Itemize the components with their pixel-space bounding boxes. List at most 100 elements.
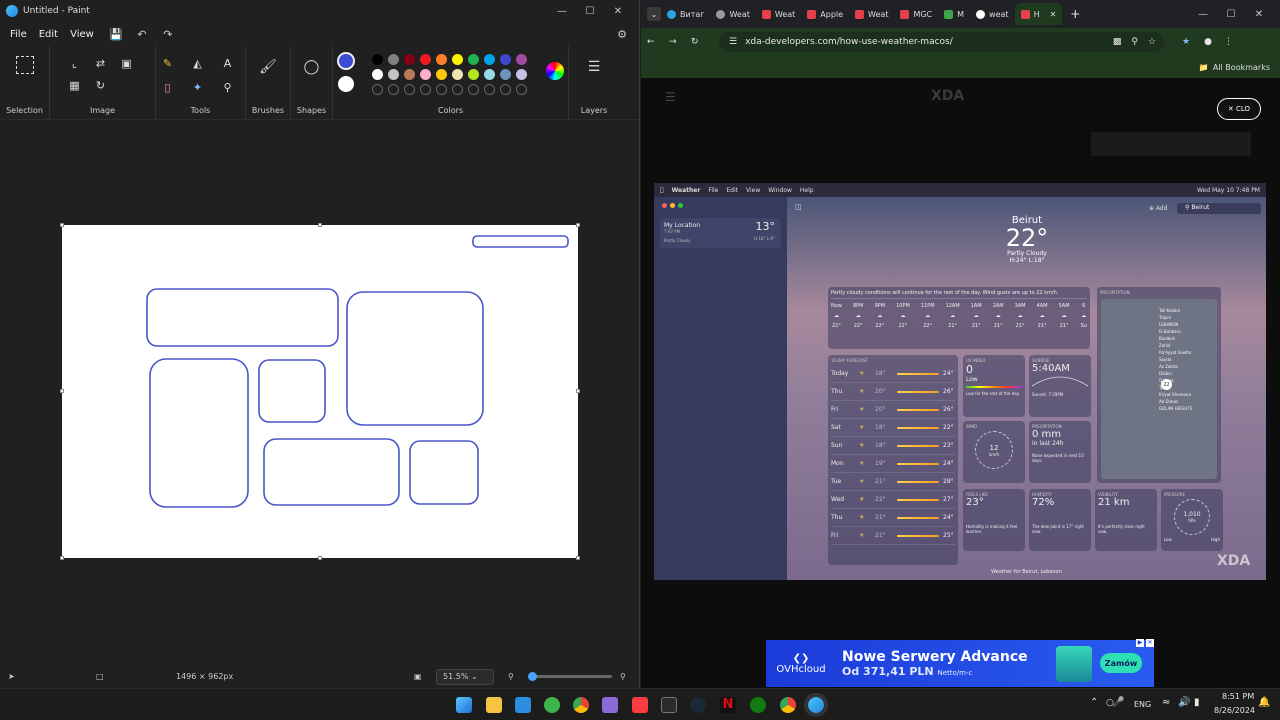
ad-close-icon[interactable]: ✕ <box>1146 639 1154 647</box>
color-swatch[interactable] <box>419 69 431 80</box>
custom-color-slot[interactable] <box>403 84 415 95</box>
resize-handle[interactable] <box>60 556 64 560</box>
maximize-icon[interactable]: ☐ <box>1217 3 1245 25</box>
image-ai-icon[interactable]: ▣ <box>118 54 136 72</box>
resize-handle[interactable] <box>576 389 580 393</box>
paint-taskbar-icon[interactable] <box>804 693 828 717</box>
menu-edit[interactable]: Edit <box>33 29 64 40</box>
wifi-icon[interactable]: ≈ <box>1162 697 1170 708</box>
save-icon[interactable]: 💾 <box>106 28 126 41</box>
custom-color-slot[interactable] <box>451 84 463 95</box>
zoom-icon[interactable]: ⚲ <box>1131 37 1138 47</box>
brush-icon[interactable]: 🖌 <box>259 58 277 76</box>
undo-icon[interactable]: ↶ <box>132 28 152 41</box>
extension-icon[interactable]: ★ <box>1182 37 1190 47</box>
color-swatch[interactable] <box>483 69 495 80</box>
layers-icon[interactable]: ☰ <box>585 58 603 76</box>
vscode-icon[interactable] <box>515 697 531 713</box>
tab-3[interactable]: Weat <box>756 3 801 25</box>
tray-chevron-icon[interactable]: ⌃ <box>1090 697 1098 708</box>
color-swatch[interactable] <box>435 54 447 65</box>
color-swatch[interactable] <box>419 54 431 65</box>
fill-bucket-icon[interactable]: ◭ <box>189 54 207 72</box>
minimize-icon[interactable]: — <box>548 0 576 22</box>
bookmark-star-icon[interactable]: ☆ <box>1148 37 1156 47</box>
color-swatch[interactable] <box>387 54 399 65</box>
text-tool-icon[interactable]: A <box>219 54 237 72</box>
edit-colors-icon[interactable] <box>546 62 564 80</box>
resize-handle[interactable] <box>318 223 322 227</box>
music-icon[interactable] <box>632 697 648 713</box>
active-color-swatch[interactable] <box>337 52 355 70</box>
epic-games-icon[interactable] <box>661 697 677 713</box>
settings-gear-icon[interactable]: ⚙ <box>612 28 632 41</box>
fit-screen-icon[interactable]: ▣ <box>414 672 422 681</box>
ad-cta-button[interactable]: Zamów <box>1100 653 1142 673</box>
color-swatch[interactable] <box>499 69 511 80</box>
hamburger-icon[interactable]: ☰ <box>665 90 676 104</box>
tab-6[interactable]: MGC <box>894 3 938 25</box>
file-explorer-icon[interactable] <box>486 697 502 713</box>
forward-icon[interactable]: → <box>669 37 687 47</box>
tab-1[interactable]: Витаг <box>661 3 710 25</box>
custom-color-slot[interactable] <box>435 84 447 95</box>
more-menu-icon[interactable]: ⋮ <box>1224 37 1233 47</box>
maximize-icon[interactable]: ☐ <box>576 0 604 22</box>
site-info-icon[interactable]: ☰ <box>729 37 737 47</box>
custom-color-slot[interactable] <box>499 84 511 95</box>
chrome-icon[interactable] <box>780 697 796 713</box>
ovh-ad-banner[interactable]: ❮❯ OVHcloud Nowe Serwery Advance Od 371,… <box>766 639 1154 687</box>
tab-search-icon[interactable]: ⌄ <box>647 7 661 21</box>
select-all-icon[interactable]: ▦ <box>66 76 84 94</box>
zoom-select[interactable]: 51.5% ⌄ <box>436 668 494 685</box>
custom-color-slot[interactable] <box>483 84 495 95</box>
redo-icon[interactable]: ↷ <box>158 28 178 41</box>
ad-info-icon[interactable]: ▶ <box>1136 639 1144 647</box>
close-overlay-button[interactable]: ✕ CLO <box>1217 98 1261 120</box>
volume-icon[interactable]: 🔊 <box>1178 697 1190 708</box>
language-indicator[interactable]: ENG <box>1134 700 1151 709</box>
app-green-icon[interactable] <box>544 697 560 713</box>
color-swatch[interactable] <box>403 54 415 65</box>
drawing-canvas[interactable] <box>62 225 578 558</box>
profile-icon[interactable]: ● <box>1204 37 1212 47</box>
resize-handle[interactable] <box>318 556 322 560</box>
chrome-icon[interactable] <box>573 697 589 713</box>
tab-close-icon[interactable]: ✕ <box>1050 10 1057 19</box>
color-swatch[interactable] <box>371 54 383 65</box>
color-swatch[interactable] <box>467 54 479 65</box>
back-icon[interactable]: ← <box>647 37 665 47</box>
resize-handle[interactable] <box>576 223 580 227</box>
color-swatch[interactable] <box>435 69 447 80</box>
custom-color-slot[interactable] <box>515 84 527 95</box>
resize-handle[interactable] <box>60 223 64 227</box>
new-tab-icon[interactable]: + <box>1070 7 1080 21</box>
app-purple-icon[interactable] <box>602 697 618 713</box>
color-swatch[interactable] <box>515 54 527 65</box>
crop-icon[interactable]: ⌞ <box>66 54 84 72</box>
address-bar[interactable]: ☰ xda-developers.com/how-use-weather-mac… <box>719 32 1164 52</box>
magnifier-icon[interactable]: ⚲ <box>219 78 237 96</box>
custom-color-slot[interactable] <box>419 84 431 95</box>
tab-7[interactable]: M <box>938 3 970 25</box>
tracking-icon[interactable]: ▩ <box>1113 37 1122 47</box>
tab-2[interactable]: Weat <box>710 3 755 25</box>
custom-color-slot[interactable] <box>371 84 383 95</box>
secondary-color-swatch[interactable] <box>338 76 354 92</box>
tab-5[interactable]: Weat <box>849 3 894 25</box>
shapes-icon[interactable]: ◯ <box>303 58 321 76</box>
reload-icon[interactable]: ↻ <box>691 37 709 47</box>
resize-handle[interactable] <box>60 389 64 393</box>
xda-logo[interactable]: XDA <box>931 88 964 104</box>
clock-time[interactable]: 8:51 PM <box>1222 692 1254 701</box>
start-windows-icon[interactable] <box>456 697 472 713</box>
netflix-icon[interactable]: N <box>720 697 736 713</box>
all-bookmarks-link[interactable]: All Bookmarks <box>1213 63 1270 72</box>
color-swatch[interactable] <box>451 69 463 80</box>
microphone-icon[interactable]: 🎤 <box>1112 697 1124 708</box>
zoom-slider[interactable] <box>528 672 612 681</box>
menu-view[interactable]: View <box>64 29 100 40</box>
pencil-icon[interactable]: ✎ <box>159 54 177 72</box>
zoom-out-icon[interactable]: ⚲ <box>508 672 514 681</box>
zoom-in-icon[interactable]: ⚲ <box>620 672 626 681</box>
